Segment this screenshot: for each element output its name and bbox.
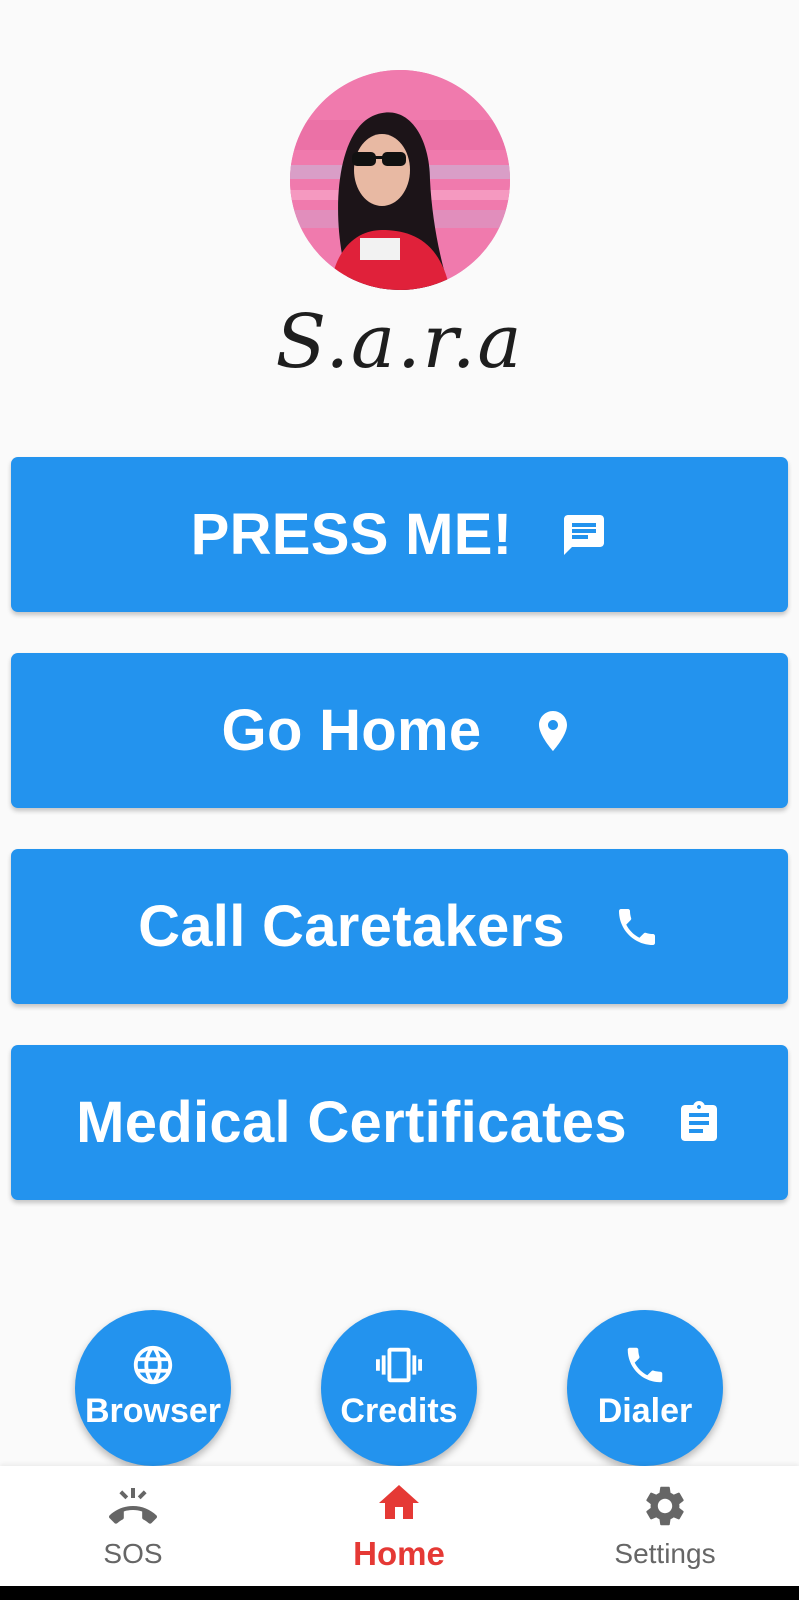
- press-me-label: PRESS ME!: [190, 502, 513, 567]
- name-signature: S.a.r.a: [275, 299, 524, 385]
- nav-label-settings: Settings: [614, 1538, 716, 1569]
- nav-label-sos: SOS: [103, 1538, 163, 1569]
- location-pin-icon: [529, 707, 577, 755]
- nav-item-sos[interactable]: SOS: [33, 1466, 233, 1586]
- system-navigation-bar: [0, 1586, 799, 1600]
- avatar: [290, 70, 510, 290]
- clipboard-icon: [675, 1099, 723, 1147]
- gear-icon: [641, 1482, 689, 1530]
- globe-icon: [130, 1345, 176, 1388]
- phone-icon: [622, 1346, 668, 1388]
- dialer-label: Dialer: [597, 1391, 693, 1430]
- go-home-button[interactable]: Go Home: [11, 653, 788, 808]
- nav-label-home: Home: [353, 1535, 445, 1572]
- dialer-button[interactable]: Dialer: [567, 1310, 723, 1466]
- credits-button[interactable]: Credits: [321, 1310, 477, 1466]
- phone-icon: [613, 903, 661, 951]
- ringing-phone-icon: [109, 1482, 157, 1530]
- browser-label: Browser: [84, 1391, 222, 1430]
- nav-item-home[interactable]: Home: [299, 1466, 499, 1586]
- home-icon: [375, 1479, 423, 1527]
- call-caretakers-label: Call Caretakers: [138, 894, 565, 959]
- go-home-label: Go Home: [221, 698, 482, 763]
- credits-label: Credits: [340, 1391, 458, 1430]
- press-me-button[interactable]: PRESS ME!: [11, 457, 788, 612]
- nav-item-settings[interactable]: Settings: [565, 1466, 765, 1586]
- medical-certificates-button[interactable]: Medical Certificates: [11, 1045, 788, 1200]
- bottom-navigation: SOS Home Settings: [0, 1466, 799, 1586]
- medical-certificates-label: Medical Certificates: [76, 1090, 627, 1155]
- message-icon: [560, 511, 608, 559]
- home-screen: S.a.r.a PRESS ME! Go Home Call Caretaker…: [0, 0, 799, 1600]
- vibrate-icon: [376, 1346, 422, 1388]
- browser-button[interactable]: Browser: [75, 1310, 231, 1466]
- call-caretakers-button[interactable]: Call Caretakers: [11, 849, 788, 1004]
